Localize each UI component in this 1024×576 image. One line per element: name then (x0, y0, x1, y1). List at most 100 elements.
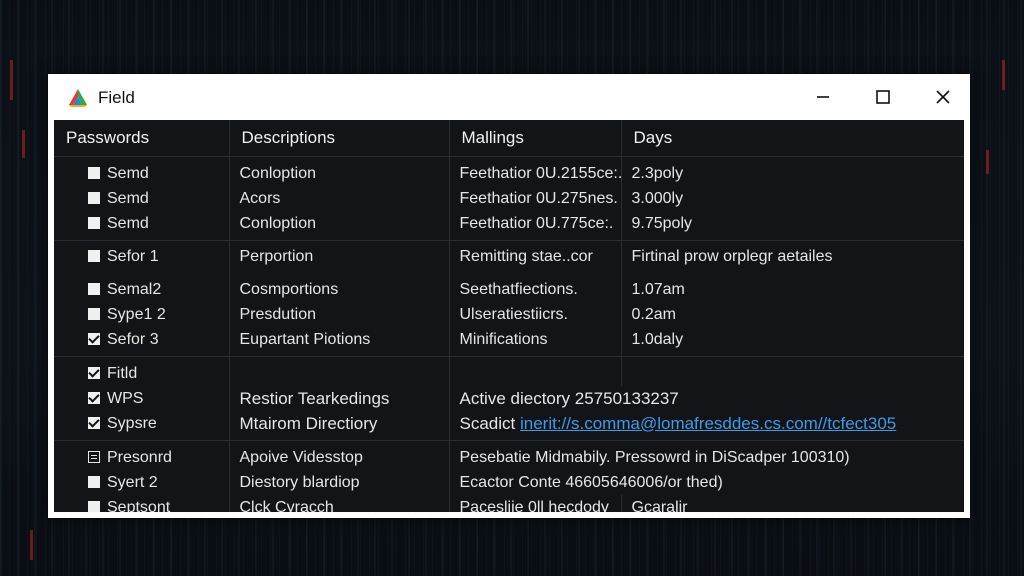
cell-description: Acors (228, 186, 449, 211)
cell-mailing: Feethatior 0U.2155ce:. (448, 156, 622, 186)
table-row[interactable]: Sefor 1 Perportion Remitting stae..cor Firt… (54, 240, 964, 274)
table-row[interactable]: Septsont Clck Cyracch Pacesliie 0ll hecdod… (54, 495, 964, 512)
cell-password: Fitld (54, 357, 229, 387)
cell-days: 1.0daly (620, 327, 964, 357)
mailing-text: Active diectory 25750133237 (459, 388, 679, 408)
cell-days: 2.3poly (620, 156, 964, 186)
cell-description: Clck Cyracch (228, 495, 449, 512)
cell-days: 9.75poly (620, 211, 964, 241)
cell-days: 1.07am (620, 273, 964, 302)
password-name: Sype1 2 (107, 305, 166, 323)
cell-password: Syert 2 (54, 470, 229, 495)
table-row[interactable]: Semd Acors Feethatior 0U.275nes. 3.000ly (54, 186, 964, 211)
mailing-text: Feethatior 0U.775ce:. (459, 214, 614, 232)
window-title: Field (98, 88, 135, 107)
table-row[interactable]: Semal2 Cosmportions Seethatfiections. 1.07a… (54, 273, 964, 302)
cell-days (620, 356, 964, 386)
password-name: Semd (107, 214, 149, 232)
mailing-text: Minifications (459, 330, 548, 348)
password-name: Semal2 (107, 280, 162, 298)
cell-description: Conloption (228, 211, 449, 241)
mailing-text: Remitting stae..cor (459, 248, 593, 265)
mailing-text: Scadict (459, 413, 516, 433)
cell-mailing (448, 356, 621, 386)
cell-mailing: Feethatior 0U.275nes. (448, 186, 621, 211)
cell-description: Perportion (228, 240, 449, 273)
checkbox[interactable] (88, 191, 100, 204)
cell-description: Restior Tearkedings (228, 386, 449, 411)
table-row-group: Fitld WPS Restior Tearkedings Active diecto… (54, 356, 964, 441)
cell-description: Mtairom Directiory (228, 411, 449, 441)
cell-days: 0.2am (620, 302, 964, 327)
table-row[interactable]: Syert 2 Diestory blardiop Ecactor Conte 46… (54, 470, 964, 495)
cell-password: WPS (54, 386, 229, 411)
minimize-button[interactable] (806, 82, 840, 112)
cell-password: Sype1 2 (54, 302, 229, 327)
background-streak (30, 530, 33, 560)
cell-description: Apoive Videsstop (228, 440, 449, 470)
cell-description: Cosmportions (228, 273, 449, 302)
data-table: Passwords Descriptions Mallings Days Sem… (54, 120, 964, 512)
cell-days: Gcaralir (620, 495, 964, 512)
table-row[interactable]: Semd Conloption Feethatior 0U.2155ce:. 2.3p… (54, 156, 964, 187)
minimize-icon (817, 96, 829, 98)
column-header-descriptions[interactable]: Descriptions (228, 120, 449, 157)
background-streak (10, 60, 13, 100)
table-row-group: Sefor 1 Perportion Remitting stae..cor Firt… (54, 240, 964, 274)
table-row[interactable]: Sypsre Mtairom Directiory Scadict inerit:/… (54, 411, 964, 441)
checkbox-checked[interactable] (88, 416, 100, 429)
close-button[interactable] (926, 82, 960, 112)
table-row[interactable]: Sype1 2 Presdution Ulseratiestiicrs. 0.2am (54, 302, 964, 327)
checkbox-checked[interactable] (88, 391, 100, 404)
password-name: Sefor 3 (107, 330, 159, 348)
table-row[interactable]: WPS Restior Tearkedings Active diectory 25… (54, 386, 964, 411)
mailing-text: Ecactor Conte 46605646006/or thed) (459, 473, 723, 491)
maximize-icon (876, 90, 890, 104)
password-name: Sefor 1 (107, 248, 159, 265)
checkbox-checked[interactable] (88, 332, 100, 345)
cell-mailing: Seethatfiections. (448, 273, 621, 302)
mailing-text: Feethatior 0U.2155ce:. (459, 164, 622, 182)
table-row[interactable]: Semd Conloption Feethatior 0U.775ce:. 9.75p… (54, 211, 964, 241)
background-streak (986, 150, 989, 174)
checkbox[interactable] (88, 282, 100, 295)
password-name: WPS (107, 389, 144, 407)
cell-days: Firtinal prow orplegr aetailes (620, 240, 964, 273)
table-row[interactable]: Fitld (54, 356, 964, 387)
checkbox[interactable] (88, 475, 100, 488)
document-icon (88, 450, 100, 463)
cell-mailing: Pacesliie 0ll hecdody (448, 495, 621, 512)
background-streak (22, 130, 25, 158)
checkbox[interactable] (88, 307, 100, 320)
app-window: Field Passwords Descriptions Mallings Da… (48, 74, 970, 518)
maximize-button[interactable] (866, 82, 900, 112)
checkbox[interactable] (88, 166, 100, 179)
column-header-days[interactable]: Days (620, 120, 964, 157)
cell-description: Diestory blardiop (228, 470, 449, 495)
table-row[interactable]: Presonrd Apoive Videsstop Pesebatie Midmab… (54, 440, 964, 470)
checkbox-checked[interactable] (88, 366, 100, 379)
password-name: Semd (107, 164, 149, 182)
cell-password: Sefor 1 (54, 241, 229, 274)
cell-mailing: Ecactor Conte 46605646006/or thed) (448, 470, 964, 495)
checkbox[interactable] (88, 250, 100, 262)
directory-link[interactable]: inerit://s.comma@lomafresddes.cs.com//tc… (520, 414, 896, 433)
mailing-text: Seethatfiections. (459, 280, 578, 298)
cell-description: Conloption (228, 156, 449, 186)
cell-password: Semd (54, 157, 229, 187)
column-header-mallings[interactable]: Mallings (448, 120, 621, 157)
cell-mailing: Ulseratiestiicrs. (448, 302, 621, 327)
cell-password: Semd (54, 186, 229, 211)
checkbox[interactable] (88, 500, 100, 512)
mailing-text: Pesebatie Midmabily. Pressowrd in DiScad… (459, 448, 850, 466)
password-name: Fitld (107, 364, 138, 382)
cell-password: Sypsre (54, 411, 229, 441)
checkbox[interactable] (88, 216, 100, 229)
mailing-text: Ulseratiestiicrs. (459, 305, 568, 323)
table-header-row: Passwords Descriptions Mallings Days (54, 120, 964, 157)
column-header-passwords[interactable]: Passwords (54, 120, 229, 157)
cell-description: Eupartant Piotions (228, 327, 449, 357)
cell-days: 3.000ly (620, 186, 964, 211)
table-row[interactable]: Sefor 3 Eupartant Piotions Minifications 1.… (54, 327, 964, 357)
cell-mailing: Minifications (448, 327, 621, 357)
